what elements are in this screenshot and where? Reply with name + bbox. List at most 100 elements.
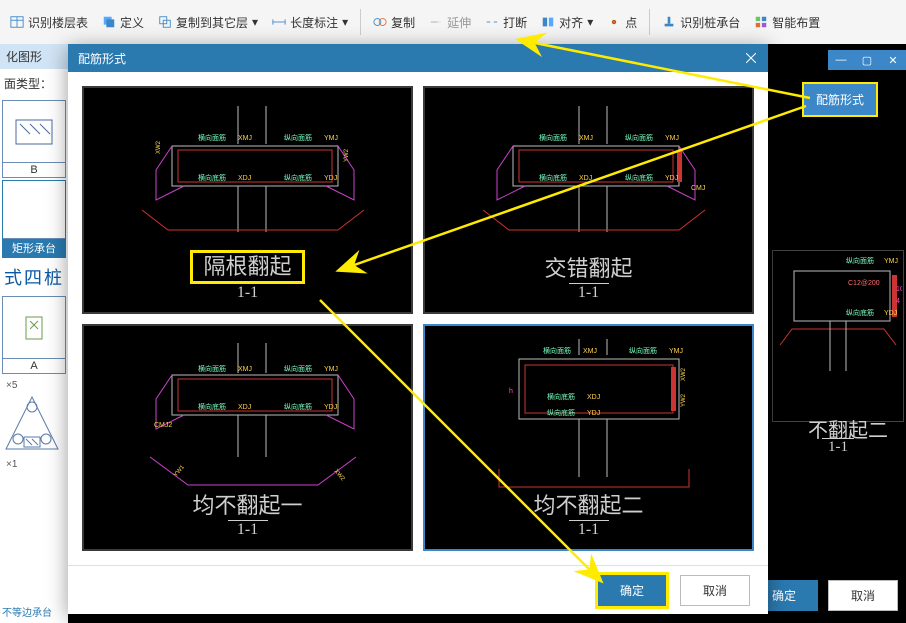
option-card-4[interactable]: 横向面筋XMJ 纵向面筋YMJ 横向底筋XDJ 纵向底筋YDJ XW2 YW2 … [423,324,754,552]
break-label: 打断 [503,14,527,31]
divider [360,9,361,35]
svg-text:h: h [509,388,513,395]
chevron-down-icon: ▾ [252,15,258,29]
card-sub: 1-1 [228,283,268,302]
svg-text:YDJ: YDJ [324,175,337,182]
svg-text:XDJ: XDJ [579,175,592,182]
align-button[interactable]: 对齐 ▾ [535,11,599,34]
svg-text:YMJ: YMJ [669,348,683,355]
dim-label: 4 [896,298,900,305]
rebar-form-button[interactable]: 配筋形式 [802,82,878,117]
copy-layer-button[interactable]: 复制到其它层 ▾ [152,11,264,34]
svg-text:纵向面筋: 纵向面筋 [284,133,312,142]
dim-label: 10 [896,286,902,293]
svg-text:横向底筋: 横向底筋 [539,173,567,182]
svg-text:横向面筋: 横向面筋 [539,133,567,142]
svg-text:纵向面筋: 纵向面筋 [629,346,657,355]
card-caption: 交错翻起 1-1 [425,257,752,302]
ok-button[interactable]: 确定 [598,575,666,606]
svg-text:纵向底筋: 纵向底筋 [625,173,653,182]
diag-tag: YMJ [884,258,898,265]
svg-text:XDJ: XDJ [238,404,251,411]
svg-text:YMJ: YMJ [665,135,679,142]
background-sub: 1-1 [822,438,854,456]
svg-text:XMJ: XMJ [238,135,252,142]
option-card-2[interactable]: 横向面筋XMJ 纵向面筋YMJ 横向底筋XDJ 纵向底筋YDJ CMJ 交错翻起… [423,86,754,314]
rebar-form-dialog: 配筋形式 横向面筋 XMJ 纵向面筋 YMJ 横向底筋 XDJ 纵向底筋 YDJ XW2… [68,44,768,614]
svg-text:XMJ: XMJ [583,348,597,355]
svg-text:XMJ: XMJ [579,135,593,142]
background-preview-card: 纵向面筋 YMJ C12@200 纵向底筋 YDJ 10 4 [772,250,904,422]
graph-tab[interactable]: 化图形 [0,44,68,69]
define-label: 定义 [120,14,144,31]
svg-text:纵向面筋: 纵向面筋 [625,133,653,142]
left-sidebar: 化图形 面类型： B 矩形承台 式四桩 A ×5 ×1 不等边承台 [0,44,69,623]
ruler-icon [272,15,286,29]
cancel-button[interactable]: 取消 [680,575,750,606]
close-button[interactable]: ✕ [880,50,906,70]
svg-text:YDJ: YDJ [324,404,337,411]
card-caption: 均不翻起二 1-1 [425,494,752,539]
section-type-label: 面类型： [0,69,68,98]
shape-rect-ct[interactable]: 矩形承台 [2,180,66,258]
extend-button[interactable]: 延伸 [423,11,477,34]
svg-text:YDJ: YDJ [587,410,600,417]
dialog-title: 配筋形式 [78,50,126,67]
copy-button[interactable]: 复制 [367,11,421,34]
diag-label: 纵向底筋 [846,308,874,317]
shape-label: 矩形承台 [3,238,65,257]
dialog-titlebar[interactable]: 配筋形式 [68,44,768,72]
bg-cancel-button[interactable]: 取消 [828,580,898,611]
caption-highlight: 隔根翻起 [193,253,301,281]
diag-tag: YDJ [884,310,897,317]
pile-icon [662,15,676,29]
bg-window-controls: — ▢ ✕ [828,50,906,70]
length-dim-button[interactable]: 长度标注 ▾ [266,11,354,34]
option-card-3[interactable]: 横向面筋XMJ 纵向面筋YMJ 横向底筋XDJ 纵向底筋YDJ CMJ2 YW1… [82,324,413,552]
identify-ct-label: 识别桩承台 [680,14,740,31]
align-label: 对齐 [559,14,583,31]
copy-layer-icon [158,15,172,29]
scale-label: ×5 [0,380,68,391]
svg-text:纵向面筋: 纵向面筋 [284,364,312,373]
option-card-1[interactable]: 横向面筋XMJ 纵向面筋YMJ 横向底筋XDJ 纵向底筋YDJ XW2 YW2 … [82,86,413,314]
break-button[interactable]: 打断 [479,11,533,34]
shape-thumb [3,101,65,162]
chevron-down-icon: ▾ [587,15,593,29]
smart-layout-button[interactable]: 智能布置 [748,11,826,34]
svg-text:YMJ: YMJ [324,135,338,142]
divider [649,9,650,35]
svg-text:CMJ: CMJ [691,185,705,192]
dialog-footer: 确定 取消 [68,565,768,614]
svg-text:XW2: XW2 [156,140,162,154]
identify-floor-button[interactable]: 识别楼层表 [4,11,94,34]
maximize-button[interactable]: ▢ [854,50,880,70]
svg-text:YW2: YW2 [681,394,687,408]
svg-text:XW2: XW2 [332,469,345,483]
copy-icon [373,15,387,29]
smart-layout-label: 智能布置 [772,14,820,31]
sidebar-footer-label: 不等边承台 [2,604,52,619]
shape-label: A [3,358,65,373]
dialog-close-button[interactable] [744,51,758,65]
svg-text:纵向底筋: 纵向底筋 [284,402,312,411]
chevron-down-icon: ▾ [342,15,348,29]
copy-label: 复制 [391,14,415,31]
shape-rect-b[interactable]: B [2,100,66,178]
scale-label-2: ×1 [0,459,68,470]
break-icon [485,15,499,29]
extend-label: 延伸 [447,14,471,31]
svg-text:纵向底筋: 纵向底筋 [284,173,312,182]
layers-icon [102,15,116,29]
identify-ct-button[interactable]: 识别桩承台 [656,11,746,34]
point-button[interactable]: 点 [601,11,643,34]
shape-a[interactable]: A [2,296,66,374]
svg-text:YMJ: YMJ [324,366,338,373]
minimize-button[interactable]: — [828,50,854,70]
svg-text:横向底筋: 横向底筋 [198,173,226,182]
card-sub: 1-1 [569,520,609,539]
svg-text:CMJ2: CMJ2 [154,422,172,429]
svg-text:横向面筋: 横向面筋 [198,133,226,142]
define-button[interactable]: 定义 [96,11,150,34]
svg-text:横向面筋: 横向面筋 [543,346,571,355]
